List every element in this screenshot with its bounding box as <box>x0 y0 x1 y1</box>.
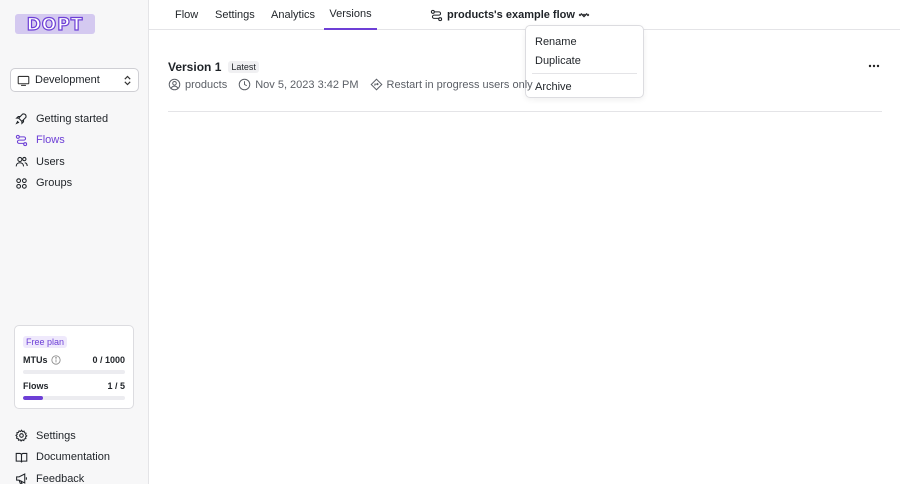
sidebar-item-users[interactable]: Users <box>0 151 148 173</box>
more-horizontal-icon <box>868 64 880 68</box>
menu-item-archive[interactable]: Archive <box>526 77 643 96</box>
tab-label: Analytics <box>271 9 316 21</box>
monitor-icon <box>17 75 30 86</box>
latest-badge: Latest <box>228 61 259 73</box>
users-icon <box>15 157 28 167</box>
clock-icon <box>238 78 251 91</box>
creator-name: products <box>185 78 228 91</box>
sidebar-item-settings[interactable]: Settings <box>0 425 148 447</box>
sidebar-item-feedback[interactable]: Feedback <box>0 468 148 484</box>
version-restart-policy: Restart in progress users only <box>370 78 533 91</box>
sidebar-bottom-nav: Settings Documentation Feedback <box>0 425 148 484</box>
diamond-arrow-icon <box>370 78 383 91</box>
mtus-label: MTUs <box>23 355 48 365</box>
sidebar-nav: Getting started Flows Users Groups <box>0 108 148 194</box>
sidebar-item-label: Flows <box>36 134 65 147</box>
top-tab-bar: Flow Settings Analytics Versions product… <box>149 0 900 30</box>
tab-label: Versions <box>329 8 372 20</box>
user-circle-icon <box>168 78 181 91</box>
menu-item-duplicate[interactable]: Duplicate <box>526 51 643 70</box>
rocket-icon <box>15 113 27 125</box>
environment-label: Development <box>35 74 100 86</box>
sidebar-item-label: Settings <box>36 429 76 442</box>
version-divider <box>168 111 882 112</box>
groups-icon <box>16 178 27 189</box>
flows-usage-label: Flows <box>23 381 49 391</box>
flows-progress-bar <box>23 396 125 400</box>
megaphone-icon <box>16 473 27 484</box>
mtus-progress-bar <box>23 370 125 374</box>
flows-row: Flows 1 / 5 <box>23 381 125 391</box>
flow-name: products's example flow <box>447 9 575 21</box>
gear-icon <box>15 429 28 443</box>
sidebar: DOPT Development Getting started Flows U… <box>0 0 149 484</box>
menu-divider <box>532 73 637 74</box>
mtus-value: 0 / 1000 <box>92 355 125 365</box>
environment-select[interactable]: Development <box>10 68 139 92</box>
sidebar-item-label: Users <box>36 155 65 168</box>
plan-badge: Free plan <box>23 336 68 348</box>
plan-usage-card: Free plan MTUs 0 / 1000 Flows 1 / 5 <box>14 325 134 409</box>
tab-settings[interactable]: Settings <box>215 0 255 30</box>
restart-policy-text: Restart in progress users only <box>386 78 533 91</box>
sidebar-item-getting-started[interactable]: Getting started <box>0 108 148 130</box>
flow-options-button[interactable] <box>577 8 591 22</box>
sidebar-item-documentation[interactable]: Documentation <box>0 447 148 469</box>
more-horizontal-icon <box>578 13 590 17</box>
sidebar-item-label: Groups <box>36 177 73 190</box>
sidebar-item-label: Getting started <box>36 112 109 125</box>
flow-options-menu: Rename Duplicate Archive <box>525 25 644 98</box>
version-name: Version 1 <box>168 60 222 74</box>
flows-progress-fill <box>23 396 44 400</box>
version-meta: products Nov 5, 2023 3:42 PM Restart in … <box>168 78 533 91</box>
sidebar-item-label: Feedback <box>36 472 85 484</box>
timestamp-text: Nov 5, 2023 3:42 PM <box>255 78 359 91</box>
sidebar-item-flows[interactable]: Flows <box>0 130 148 152</box>
svg-text:DOPT: DOPT <box>27 15 84 35</box>
mtus-row: MTUs 0 / 1000 <box>23 355 125 365</box>
version-options-button[interactable] <box>866 60 882 72</box>
info-icon[interactable] <box>50 355 61 365</box>
chevron-updown-icon <box>124 75 131 85</box>
flows-usage-value: 1 / 5 <box>107 381 125 391</box>
tab-analytics[interactable]: Analytics <box>271 0 315 30</box>
tab-flow[interactable]: Flow <box>175 0 198 30</box>
flow-icon <box>430 9 443 21</box>
tab-versions[interactable]: Versions <box>324 0 377 30</box>
book-icon <box>15 452 28 463</box>
sidebar-item-label: Documentation <box>36 451 110 464</box>
menu-item-rename[interactable]: Rename <box>526 32 643 51</box>
version-header: Version 1 Latest <box>168 60 259 74</box>
flow-icon <box>15 134 28 146</box>
tab-label: Settings <box>215 9 255 21</box>
version-creator: products <box>168 78 227 91</box>
tab-label: Flow <box>175 9 199 21</box>
sidebar-item-groups[interactable]: Groups <box>0 173 148 195</box>
dopt-logo[interactable]: DOPT <box>14 12 96 36</box>
version-timestamp: Nov 5, 2023 3:42 PM <box>238 78 359 91</box>
